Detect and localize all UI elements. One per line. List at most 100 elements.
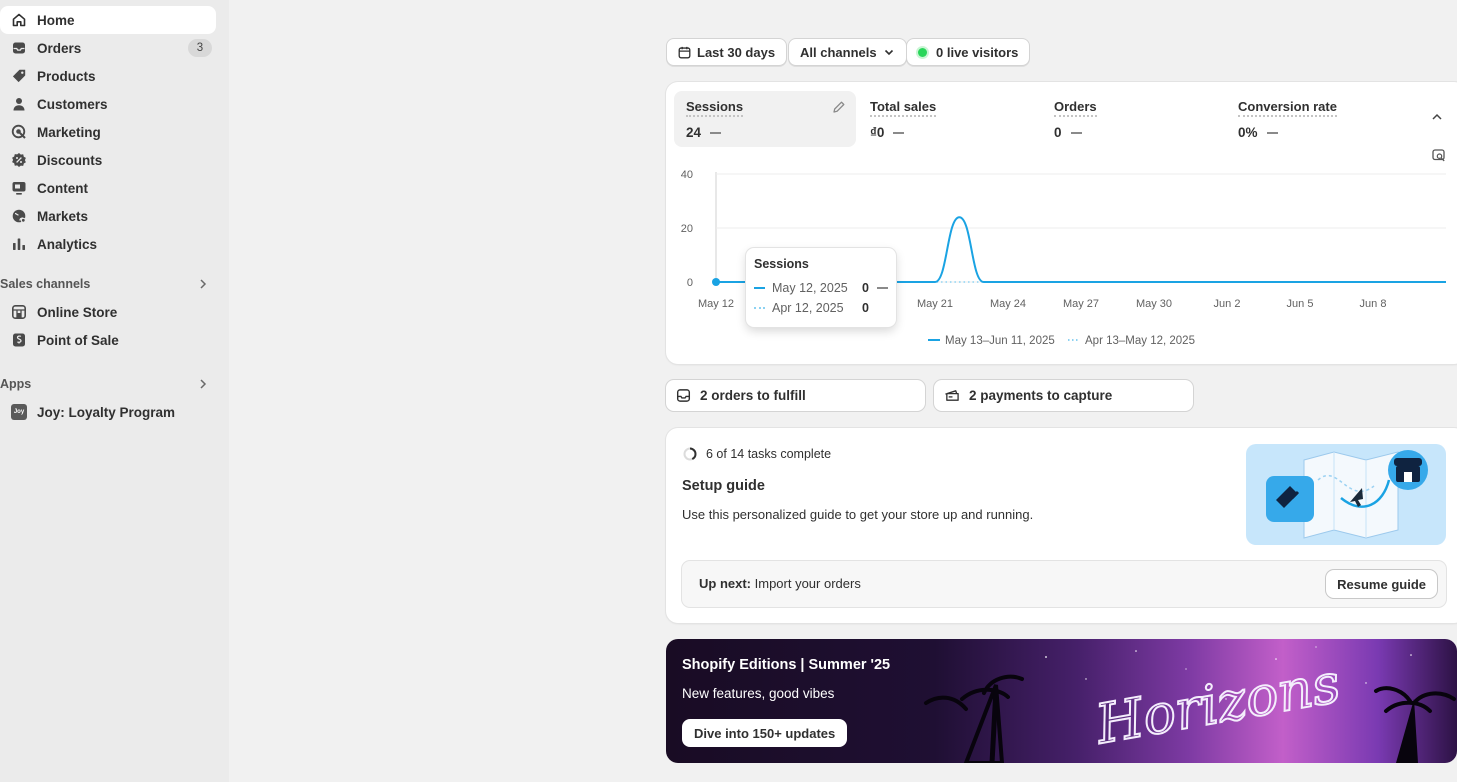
sidebar-item-label: Customers <box>37 96 108 112</box>
tag-icon <box>11 68 27 84</box>
discount-icon <box>11 152 27 168</box>
tooltip-date: May 12, 2025 <box>772 281 848 295</box>
orders-to-fulfill-button[interactable]: 2 orders to fulfill <box>666 380 925 411</box>
sidebar-item-markets[interactable]: Markets <box>0 202 216 230</box>
sidebar-item-marketing[interactable]: Marketing <box>0 118 216 146</box>
sidebar-item-label: Home <box>37 12 75 28</box>
up-next-task: Import your orders <box>754 576 861 591</box>
map-illustration-icon <box>1266 450 1428 539</box>
sales-channels-header[interactable]: Sales channels <box>0 274 216 294</box>
solid-line-swatch <box>754 287 765 289</box>
store-icon <box>11 304 27 320</box>
legend-label: May 13–Jun 11, 2025 <box>945 335 1055 347</box>
sidebar-item-label: Markets <box>37 208 89 224</box>
x-tick-label: May 12 <box>698 298 734 310</box>
resume-guide-button[interactable]: Resume guide <box>1326 570 1437 598</box>
analytics-card: Sessions 24 Total sales ₫0 Orders 0 Conv… <box>666 82 1457 364</box>
setup-guide-title: Setup guide <box>682 478 765 494</box>
progress-ring-icon <box>683 447 697 461</box>
sidebar-item-label: Marketing <box>37 124 101 140</box>
main-content: Last 30 days All channels 0 live visitor… <box>229 0 1457 782</box>
apps-header[interactable]: Apps <box>0 374 216 394</box>
editions-banner[interactable]: Horizons Shopify Editions | Summer '25 N… <box>666 639 1457 763</box>
sidebar-item-content[interactable]: Content <box>0 174 216 202</box>
sidebar-item-customers[interactable]: Customers <box>0 90 216 118</box>
y-tick-label: 20 <box>681 223 693 235</box>
pos-icon <box>11 332 27 348</box>
live-visitors-button[interactable]: 0 live visitors <box>906 38 1031 66</box>
up-next-label: Up next: <box>699 576 751 591</box>
sidebar-item-label: Products <box>37 68 96 84</box>
chevron-down-icon <box>884 49 893 56</box>
live-status-dot <box>918 47 927 57</box>
x-tick-label: May 27 <box>1063 298 1099 310</box>
sidebar-item-label: Orders <box>37 40 82 56</box>
sidebar-item-label: Online Store <box>37 304 118 320</box>
sidebar-item-label: Content <box>37 180 88 196</box>
sidebar-item-products[interactable]: Products <box>0 62 216 90</box>
sales-channels-label: Sales channels <box>0 277 91 291</box>
joy-app-icon: Joy <box>11 404 27 420</box>
calendar-icon <box>678 46 691 58</box>
tooltip-row-current: May 12, 2025 0 <box>754 278 888 298</box>
up-next-bar: Up next: Import your orders Resume guide <box>682 561 1446 607</box>
x-tick-label: May 24 <box>990 298 1026 310</box>
chart-tooltip: Sessions May 12, 2025 0 Apr 12, 2025 0 <box>746 248 896 327</box>
sidebar-item-label: Point of Sale <box>37 332 119 348</box>
payments-to-capture-label: 2 payments to capture <box>969 388 1113 403</box>
x-tick-label: May 30 <box>1136 298 1172 310</box>
bar-chart-icon <box>11 236 27 252</box>
setup-illustration <box>1246 444 1446 545</box>
sidebar-item-point-of-sale[interactable]: Point of Sale <box>0 326 216 354</box>
tooltip-row-previous: Apr 12, 2025 0 <box>754 298 888 318</box>
sidebar-item-orders[interactable]: Orders 3 <box>0 34 216 62</box>
sidebar-item-analytics[interactable]: Analytics <box>0 230 216 258</box>
setup-guide-card: 6 of 14 tasks complete Setup guide Use t… <box>666 428 1457 623</box>
sidebar-item-discounts[interactable]: Discounts <box>0 146 216 174</box>
y-tick-label: 40 <box>681 169 693 181</box>
apps-label: Apps <box>0 377 32 391</box>
banner-artwork-text: Horizons <box>1090 651 1344 756</box>
legend-label: Apr 13–May 12, 2025 <box>1085 335 1195 347</box>
banner-title: Shopify Editions | Summer '25 <box>682 657 891 673</box>
trend-dash <box>877 287 888 289</box>
setup-progress: 6 of 14 tasks complete <box>682 446 831 462</box>
data-point-hover <box>712 278 720 286</box>
tooltip-value: 0 <box>862 301 869 315</box>
y-tick-label: 0 <box>687 277 693 289</box>
tooltip-date: Apr 12, 2025 <box>772 301 844 315</box>
live-visitors-label: 0 live visitors <box>936 44 1019 60</box>
channels-label: All channels <box>800 44 877 60</box>
channels-dropdown[interactable]: All channels <box>788 38 907 66</box>
x-tick-label: May 21 <box>917 298 953 310</box>
x-tick-label: Jun 8 <box>1360 298 1387 310</box>
payment-icon <box>945 390 959 401</box>
sidebar-item-home[interactable]: Home <box>0 6 216 34</box>
sidebar-item-label: Discounts <box>37 152 103 168</box>
sidebar: Home Orders 3 Products Customers Marketi… <box>0 0 229 782</box>
dotted-line-swatch <box>754 307 765 309</box>
chevron-right-icon <box>200 379 207 389</box>
sidebar-item-online-store[interactable]: Online Store <box>0 298 216 326</box>
banner-subtitle: New features, good vibes <box>682 686 835 701</box>
sidebar-item-label: Analytics <box>37 236 98 252</box>
person-icon <box>11 96 27 112</box>
inbox-icon <box>676 389 691 402</box>
sidebar-item-label: Joy: Loyalty Program <box>37 404 176 420</box>
sidebar-item-joy-loyalty[interactable]: Joy Joy: Loyalty Program <box>0 398 216 426</box>
x-tick-label: Jun 2 <box>1214 298 1241 310</box>
home-icon <box>11 12 27 28</box>
setup-progress-text: 6 of 14 tasks complete <box>706 447 832 461</box>
setup-guide-description: Use this personalized guide to get your … <box>682 507 1034 522</box>
orders-icon <box>11 40 27 56</box>
up-next-text: Up next: Import your orders <box>699 576 861 591</box>
date-range-button[interactable]: Last 30 days <box>666 38 788 66</box>
date-range-label: Last 30 days <box>697 44 776 60</box>
orders-count-badge: 3 <box>188 39 212 57</box>
joy-logo: Joy <box>11 404 27 420</box>
dive-into-updates-button[interactable]: Dive into 150+ updates <box>682 719 848 747</box>
x-tick-label: Jun 5 <box>1287 298 1314 310</box>
payments-to-capture-button[interactable]: 2 payments to capture <box>934 380 1193 411</box>
target-icon <box>11 124 27 140</box>
orders-to-fulfill-label: 2 orders to fulfill <box>700 388 806 403</box>
